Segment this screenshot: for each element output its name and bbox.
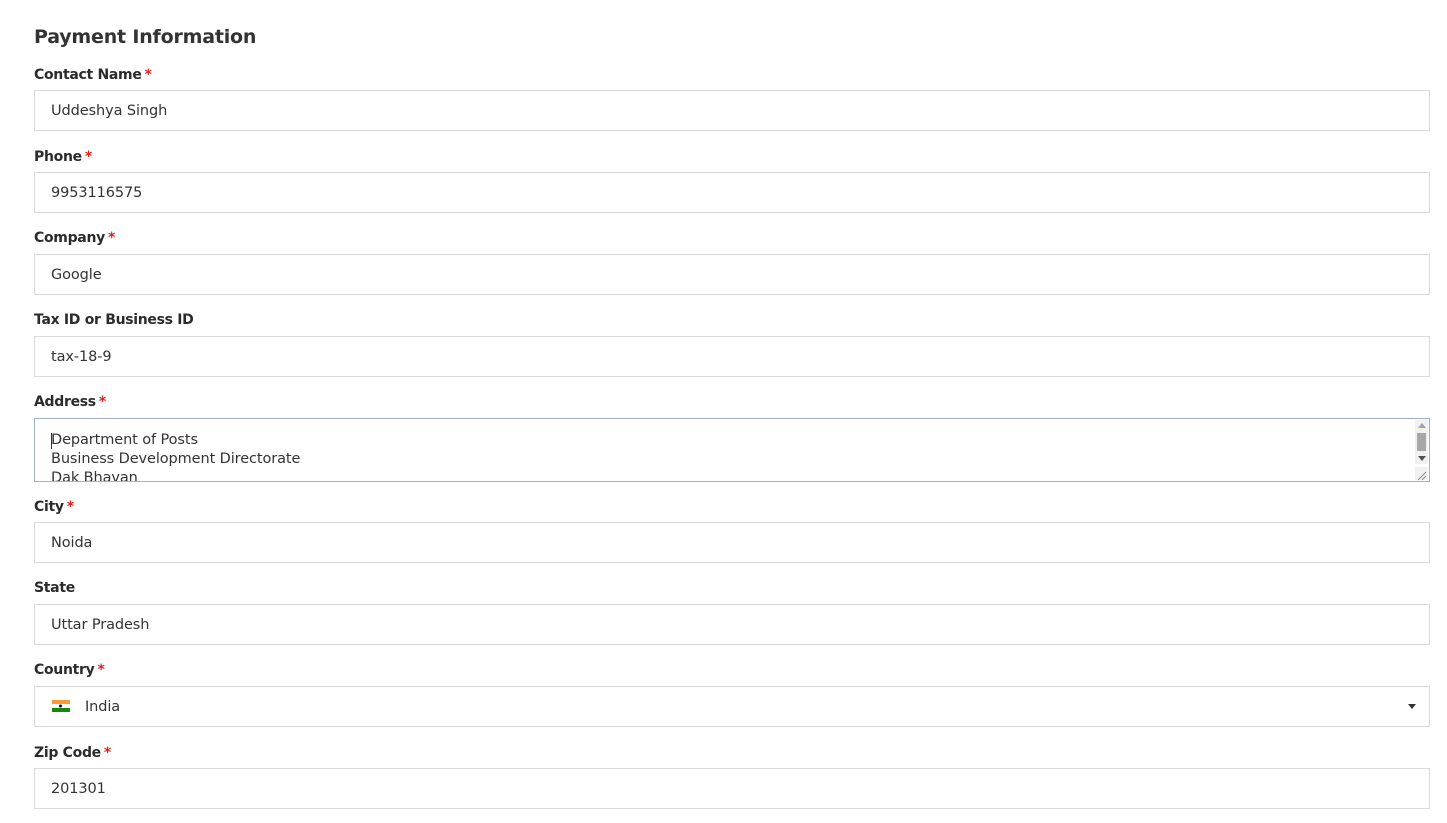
required-marker: * [98, 394, 106, 410]
required-marker: * [66, 499, 74, 515]
tax-id-label: Tax ID or Business ID [34, 312, 194, 328]
contact-name-label: Contact Name * [34, 66, 152, 84]
required-marker: * [103, 745, 111, 761]
chevron-down-icon[interactable] [1408, 704, 1416, 709]
company-label: Company * [34, 229, 115, 247]
address-textarea[interactable]: Department of Posts Business Development… [34, 418, 1430, 482]
tax-id-input[interactable] [34, 336, 1430, 377]
country-select[interactable]: India [34, 686, 1430, 727]
phone-label-text: Phone [34, 149, 82, 165]
phone-label: Phone * [34, 148, 92, 166]
page-title: Payment Information [34, 26, 257, 48]
country-label: Country * [34, 661, 105, 679]
state-label: State [34, 580, 75, 596]
zip-code-input[interactable] [34, 768, 1430, 809]
country-label-text: Country [34, 662, 95, 678]
required-marker: * [107, 230, 115, 246]
city-label: City * [34, 498, 74, 516]
zip-code-label: Zip Code * [34, 744, 111, 762]
scroll-up-arrow-icon[interactable] [1418, 423, 1426, 428]
required-marker: * [97, 662, 105, 678]
city-label-text: City [34, 499, 64, 515]
company-label-text: Company [34, 230, 105, 246]
phone-input[interactable] [34, 172, 1430, 213]
contact-name-input[interactable] [34, 90, 1430, 131]
country-selected-value: India [85, 699, 121, 715]
india-flag-icon [52, 700, 70, 712]
company-input[interactable] [34, 254, 1430, 295]
required-marker: * [144, 67, 152, 83]
scroll-down-arrow-icon[interactable] [1418, 456, 1426, 461]
city-input[interactable] [34, 522, 1430, 563]
address-textarea-value[interactable]: Department of Posts Business Development… [51, 431, 300, 481]
zip-code-label-text: Zip Code [34, 745, 101, 761]
address-scrollbar[interactable] [1415, 420, 1428, 464]
text-cursor [51, 433, 52, 449]
resize-grip-icon[interactable] [1415, 467, 1428, 481]
state-input[interactable] [34, 604, 1430, 645]
scrollbar-thumb[interactable] [1417, 433, 1426, 451]
address-label-text: Address [34, 394, 96, 410]
contact-name-label-text: Contact Name [34, 67, 142, 83]
required-marker: * [84, 149, 92, 165]
address-label: Address * [34, 393, 106, 411]
